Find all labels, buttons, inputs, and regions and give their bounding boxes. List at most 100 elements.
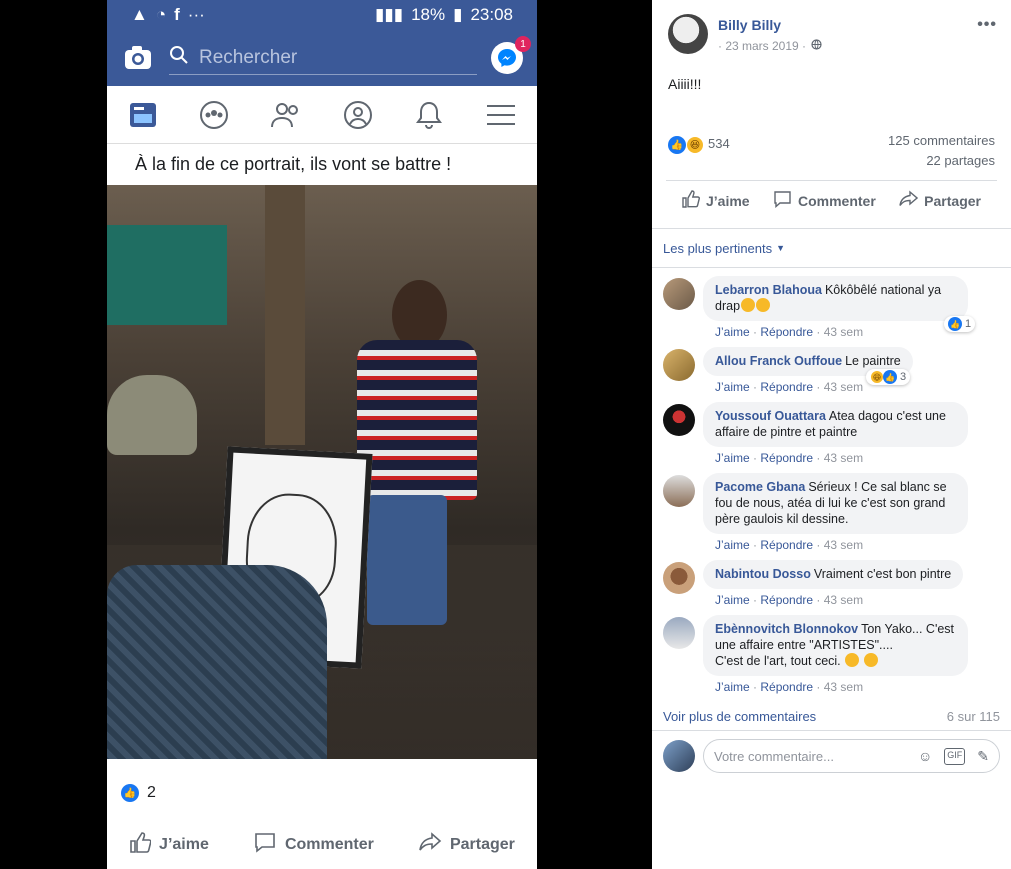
comment-time[interactable]: 43 sem xyxy=(824,325,863,339)
share-button[interactable]: Partager xyxy=(899,190,981,211)
comment-reply-link[interactable]: Répondre xyxy=(760,593,813,607)
friends-icon xyxy=(269,98,303,132)
comment-time[interactable]: 43 sem xyxy=(824,380,863,394)
phone-reaction-bar: 👍 2 xyxy=(107,775,537,811)
comment-bubble: Nabintou Dosso Vraiment c'est bon pintre xyxy=(703,560,964,589)
status-left-icons: ▲ ◔ f ··· xyxy=(131,5,205,25)
facebook-icon: f xyxy=(174,5,180,24)
comments-count[interactable]: 125 commentaires xyxy=(888,131,995,151)
comment-text-line2: C'est de l'art, tout ceci. xyxy=(715,654,841,668)
laughing-emoji-icon xyxy=(741,298,756,312)
comment-item: Ebènnovitch Blonnokov Ton Yako... C'est u… xyxy=(663,615,1000,696)
comment-time[interactable]: 43 sem xyxy=(824,680,863,694)
reaction-count: 534 xyxy=(708,136,730,151)
post-text: Aiiii!!! xyxy=(668,76,702,92)
shares-count[interactable]: 22 partages xyxy=(888,151,995,171)
post-counts: 👍 😆 534 125 commentaires 22 partages xyxy=(652,128,1011,180)
comment-author[interactable]: Pacome Gbana xyxy=(715,480,805,494)
commenter-avatar[interactable] xyxy=(663,617,695,649)
comment-author[interactable]: Allou Franck Ouffoue xyxy=(715,354,842,368)
clock: 23:08 xyxy=(470,5,513,24)
comment-time[interactable]: 43 sem xyxy=(824,451,863,465)
comment-text: Vraiment c'est bon pintre xyxy=(813,567,952,581)
commenter-avatar[interactable] xyxy=(663,475,695,507)
reaction-summary[interactable]: 👍 😆 534 xyxy=(668,128,730,180)
comment-author[interactable]: Nabintou Dosso xyxy=(715,567,811,581)
comment-reply-link[interactable]: Répondre xyxy=(760,451,813,465)
profile-icon xyxy=(341,98,375,132)
commenter-avatar[interactable] xyxy=(663,562,695,594)
author-avatar[interactable] xyxy=(668,14,708,54)
shop-awning xyxy=(107,225,227,325)
gif-icon[interactable]: GIF xyxy=(944,747,966,765)
comment-author[interactable]: Lebarron Blahoua xyxy=(715,283,822,297)
comment-author[interactable]: Ebènnovitch Blonnokov xyxy=(715,622,858,636)
battery-percent: 18% xyxy=(411,5,446,24)
comment-item: Lebarron Blahoua Kôkôbêlé national ya dra… xyxy=(663,276,1000,341)
comment-reply-link[interactable]: Répondre xyxy=(760,680,813,694)
haha-reaction-icon: 😆 xyxy=(686,136,704,154)
tree-trunk xyxy=(265,185,305,445)
comment-reply-link[interactable]: Répondre xyxy=(760,538,813,552)
author-name[interactable]: Billy Billy xyxy=(718,17,977,33)
search-placeholder: Rechercher xyxy=(199,46,298,68)
sync-icon: ◔ xyxy=(155,5,167,24)
post-photo[interactable]: ▲ ◔ f ··· ▮▮▮ 18% ▮ 23:08 Rechercher 1 À… xyxy=(107,0,537,869)
phone-status-bar: ▲ ◔ f ··· ▮▮▮ 18% ▮ 23:08 xyxy=(107,0,537,30)
phone-fb-header: Rechercher 1 xyxy=(107,30,537,86)
comment-like-link[interactable]: J’aime xyxy=(715,593,750,607)
phone-like-action: J’aime xyxy=(129,831,209,858)
share-icon xyxy=(418,831,442,858)
comment-reply-link[interactable]: Répondre xyxy=(760,325,813,339)
phone-post-caption: À la fin de ce portrait, ils vont se bat… xyxy=(135,154,452,174)
sticker-icon[interactable]: ✎ xyxy=(977,748,989,765)
comment-author[interactable]: Youssouf Ouattara xyxy=(715,409,826,423)
comment-button[interactable]: Commenter xyxy=(773,190,876,211)
phone-action-bar: J’aime Commenter Partager xyxy=(107,820,537,869)
comment-input[interactable]: Votre commentaire... ☺ GIF ✎ xyxy=(703,739,1000,773)
comment-time[interactable]: 43 sem xyxy=(824,538,863,552)
comment-text: Le paintre xyxy=(845,354,901,368)
sort-label: Les plus pertinents xyxy=(663,240,773,256)
more-options-icon[interactable]: ••• xyxy=(977,16,997,34)
comment-like-link[interactable]: J’aime xyxy=(715,451,750,465)
commenter-avatar[interactable] xyxy=(663,404,695,436)
battery-icon: ▮ xyxy=(453,5,463,24)
comment-item: Allou Franck Ouffoue Le paintre J’aime · … xyxy=(663,347,1000,396)
post-header: Billy Billy · 23 mars 2019 · ••• xyxy=(652,0,1011,66)
comment-like-link[interactable]: J’aime xyxy=(715,680,750,694)
comment-reply-link[interactable]: Répondre xyxy=(760,380,813,394)
haha-reaction-icon: 😆 xyxy=(870,370,884,384)
comment-bubble: Pacome Gbana Sérieux ! Ce sal blanc se fo… xyxy=(703,473,968,534)
laughing-emoji-icon xyxy=(863,653,878,667)
comment-time[interactable]: 43 sem xyxy=(824,593,863,607)
like-reaction-icon: 👍 xyxy=(883,370,897,384)
like-button[interactable]: J’aime xyxy=(682,190,750,211)
artist-hat xyxy=(107,375,197,455)
globe-icon xyxy=(811,39,822,53)
comment-bubble: Lebarron Blahoua Kôkôbêlé national ya dra… xyxy=(703,276,968,321)
view-more-comments-link[interactable]: Voir plus de commentaires xyxy=(663,709,816,724)
comment-sort-dropdown[interactable]: Les plus pertinents ▼ xyxy=(652,228,1011,268)
phone-share-action: Partager xyxy=(418,831,515,858)
comment-like-link[interactable]: J’aime xyxy=(715,538,750,552)
comment-reactions-badge[interactable]: 👍 1 xyxy=(944,316,976,332)
comment-like-link[interactable]: J’aime xyxy=(715,325,750,339)
comment-like-link[interactable]: J’aime xyxy=(715,380,750,394)
comment-bubble: Youssouf Ouattara Atea dagou c'est une af… xyxy=(703,402,968,447)
caret-down-icon: ▼ xyxy=(776,243,786,253)
news-feed-icon xyxy=(126,98,160,132)
search-icon xyxy=(169,45,189,71)
commenter-avatar[interactable] xyxy=(663,349,695,381)
like-reaction-icon: 👍 xyxy=(668,136,686,154)
status-right-icons: ▮▮▮ 18% ▮ 23:08 xyxy=(375,5,513,25)
more-comments-row: Voir plus de commentaires 6 sur 115 xyxy=(652,702,1011,730)
notifications-icon xyxy=(412,98,446,132)
emoji-icon[interactable]: ☺ xyxy=(918,748,932,765)
laughing-emoji-icon xyxy=(845,653,860,667)
comment-reactions-badge[interactable]: 😆 👍 3 xyxy=(866,369,911,385)
comment-item: Youssouf Ouattara Atea dagou c'est une af… xyxy=(663,402,1000,467)
screen: ▲ ◔ f ··· ▮▮▮ 18% ▮ 23:08 Rechercher 1 À… xyxy=(0,0,1011,869)
post-date: · 23 mars 2019 · xyxy=(718,39,977,53)
commenter-avatar[interactable] xyxy=(663,278,695,310)
